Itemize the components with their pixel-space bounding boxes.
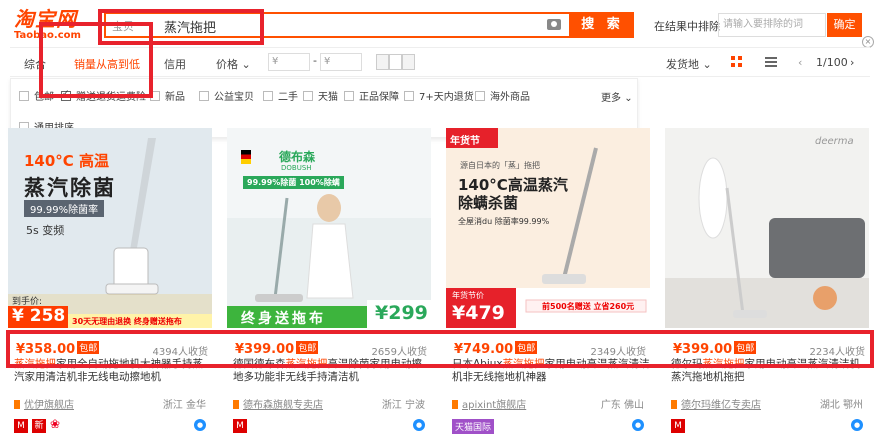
grid-view-icon[interactable] <box>731 56 743 68</box>
exclude-label: 在结果中排除 <box>654 20 720 33</box>
list-view-icon[interactable] <box>765 56 777 68</box>
shop-link[interactable]: 德尔玛维亿专卖店 <box>671 396 761 411</box>
promo-tag: 年货节 <box>450 136 480 147</box>
promo-heading-2: 除螨杀菌 <box>458 194 519 212</box>
heart-icon: ❀ <box>50 417 61 431</box>
promo-strip: 前500名赠送 立省260元 <box>542 302 635 311</box>
promo-line: 全屋消du 除菌率99.99% <box>458 217 550 226</box>
filter-more[interactable]: 更多 ⌄ <box>601 89 633 104</box>
promo-price: ¥479 <box>452 302 505 324</box>
product-card[interactable]: 德布森 DOBUSH 99.99%除菌 100%除螨 终身送拖布 ¥299 ¥3… <box>227 128 431 436</box>
search-button[interactable]: 搜 索 <box>571 12 634 38</box>
tmall-global-badge: 天猫国际 <box>452 419 495 434</box>
promo-strip: 终身送拖布 <box>241 311 326 327</box>
promo-price: ¥299 <box>375 302 428 324</box>
location: 浙江 金华 <box>162 400 206 411</box>
sort-price-label: 价格 <box>216 58 238 71</box>
tmall-icon: M <box>14 419 28 433</box>
highlight-sort-sales <box>39 22 153 98</box>
camera-icon[interactable] <box>547 19 561 30</box>
chevron-down-icon: ⌄ <box>624 93 633 104</box>
filter-charity[interactable]: 公益宝贝 <box>199 88 254 103</box>
product-image[interactable]: deerma <box>665 128 869 328</box>
filter-label: 海外商品 <box>490 92 530 103</box>
wangwang-icon[interactable]: ● <box>851 419 863 431</box>
wangwang-icon[interactable]: ● <box>632 419 644 431</box>
prev-page-icon[interactable]: ‹ <box>798 56 802 69</box>
filter-overseas[interactable]: 海外商品 <box>475 88 530 103</box>
shop-icon <box>14 400 20 409</box>
wangwang-icon[interactable]: ● <box>413 419 425 431</box>
brand-name-en: DOBUSH <box>281 164 312 172</box>
location: 广东 佛山 <box>600 400 644 411</box>
product-image[interactable]: 德布森 DOBUSH 99.99%除菌 100%除螨 终身送拖布 ¥299 <box>227 128 431 328</box>
promo-rate: 99.99%除菌率 <box>24 200 105 217</box>
price-to-input[interactable]: ¥ <box>320 53 362 71</box>
promo-sub: 源自日本的「蒸」拖把 <box>460 161 540 170</box>
promo-strip: 30天无理由退换 终身赠送拖布 <box>72 317 182 326</box>
location: 湖北 鄂州 <box>819 400 863 411</box>
page-indicator: 1/100 <box>816 56 848 69</box>
shop-link[interactable]: 优伊旗舰店 <box>14 396 74 411</box>
chevron-down-icon: ⌄ <box>241 58 251 71</box>
product-card[interactable]: 140°C 高温 蒸汽除菌 99.99%除菌率 5s 变频 到手价: ¥ 258… <box>8 128 212 436</box>
filter-label: 7+天内退货 <box>419 92 474 103</box>
ship-from-filter[interactable]: 发货地 ⌄ <box>666 56 712 72</box>
next-page-icon[interactable]: › <box>850 56 854 69</box>
filter-label: 正品保障 <box>359 92 399 103</box>
shop-icon <box>452 400 458 409</box>
filter-second-hand[interactable]: 二手 <box>263 88 298 103</box>
promo-heading: 蒸汽除菌 <box>24 176 116 200</box>
wangwang-icon[interactable]: ● <box>194 419 206 431</box>
sort-price[interactable]: 价格 ⌄ <box>216 56 251 72</box>
price-range-toggle[interactable] <box>376 54 416 70</box>
tmall-icon: M <box>671 419 685 433</box>
chevron-down-icon: ⌄ <box>702 58 712 71</box>
price-from-input[interactable]: ¥ <box>268 53 310 71</box>
product-card[interactable]: deerma ¥399.00 包邮 2234人收货 德尔玛蒸汽拖把家用电动高温蒸汽… <box>665 128 869 436</box>
exclude-confirm-button[interactable]: 确定 <box>827 13 862 37</box>
product-image[interactable]: 年货节 源自日本的「蒸」拖把 140°C高温蒸汽 除螨杀菌 全屋消du 除菌率9… <box>446 128 650 328</box>
german-flag-icon <box>241 150 251 164</box>
exclude-input[interactable]: 请输入要排除的词 <box>718 13 826 37</box>
filter-more-label: 更多 <box>601 93 621 104</box>
location: 浙江 宁波 <box>381 400 425 411</box>
filter-label: 公益宝贝 <box>214 92 254 103</box>
shop-icon <box>233 400 239 409</box>
highlight-price-row <box>6 330 874 368</box>
promo-price: ¥ 258 <box>12 306 66 326</box>
filter-7day-return[interactable]: 7+天内退货 <box>404 88 474 103</box>
promo-banner: 99.99%除菌 100%除螨 <box>243 176 344 189</box>
promo-text: 140°C 高温 <box>24 152 110 170</box>
product-image[interactable]: 140°C 高温 蒸汽除菌 99.99%除菌率 5s 变频 到手价: ¥ 258… <box>8 128 212 328</box>
shop-icon <box>671 400 677 409</box>
ship-from-label: 发货地 <box>666 58 699 71</box>
shop-link[interactable]: 德布森旗舰专卖店 <box>233 396 323 411</box>
tmall-icon: M <box>233 419 247 433</box>
price-tag-label: 年货节价 <box>452 291 484 300</box>
filter-label: 二手 <box>278 92 298 103</box>
filter-tmall[interactable]: 天猫 <box>303 88 338 103</box>
brand-name: 德布森 <box>279 150 316 164</box>
brand-name: deerma <box>815 136 854 147</box>
promo-feature: 5s 变频 <box>26 224 65 237</box>
price-dash: - <box>313 54 317 67</box>
filter-genuine[interactable]: 正品保障 <box>344 88 399 103</box>
shop-link[interactable]: apixint旗舰店 <box>452 396 526 411</box>
filter-new[interactable]: 新品 <box>150 88 185 103</box>
filter-label: 天猫 <box>318 92 338 103</box>
product-card[interactable]: 年货节 源自日本的「蒸」拖把 140°C高温蒸汽 除螨杀菌 全屋消du 除菌率9… <box>446 128 650 436</box>
new-icon: 新 <box>32 419 46 433</box>
filter-label: 新品 <box>165 92 185 103</box>
sort-credit[interactable]: 信用 <box>164 56 186 72</box>
